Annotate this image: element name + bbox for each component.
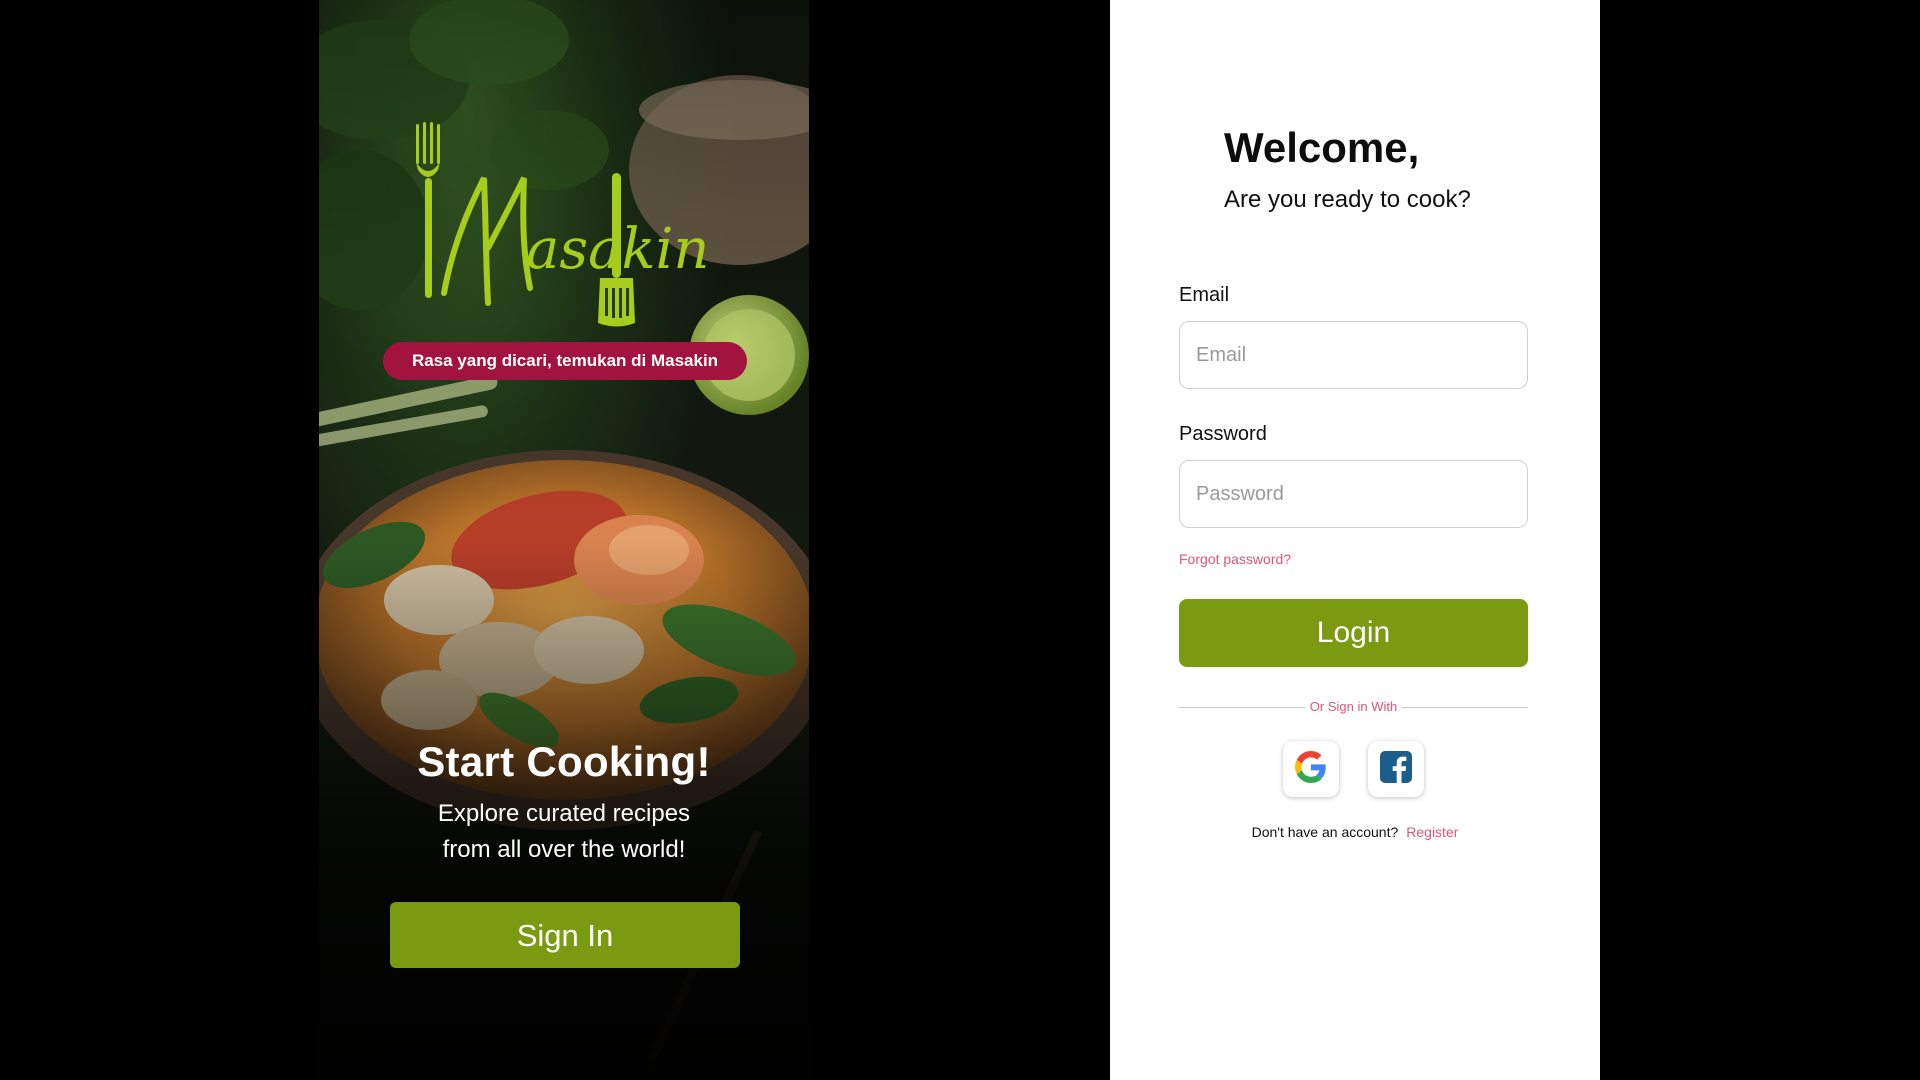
password-field[interactable] — [1179, 460, 1528, 528]
facebook-icon — [1380, 750, 1412, 788]
social-divider: Or Sign in With — [1179, 698, 1528, 716]
splash-subtitle: Explore curated recipes from all over th… — [319, 796, 809, 868]
divider-label: Or Sign in With — [1307, 699, 1400, 714]
email-field[interactable] — [1179, 321, 1528, 389]
app-stage: asakin Rasa yang dicari, temukan di Masa… — [0, 0, 1920, 1080]
splash-subtitle-line-2: from all over the world! — [442, 836, 686, 863]
splash-screen: asakin Rasa yang dicari, temukan di Masa… — [319, 0, 809, 1080]
login-button[interactable]: Login — [1179, 599, 1528, 667]
google-sign-in-button[interactable] — [1283, 741, 1339, 797]
masakin-logo: asakin — [414, 118, 714, 338]
divider-text: Or Sign in With — [1179, 698, 1528, 716]
welcome-title: Welcome, — [1224, 124, 1420, 171]
fork-icon — [416, 122, 440, 298]
login-screen: Welcome, Are you ready to cook? Email Pa… — [1110, 0, 1600, 1080]
register-link[interactable]: Register — [1406, 824, 1458, 840]
register-row: Don't have an account? Register — [1110, 824, 1600, 840]
welcome-subtitle: Are you ready to cook? — [1224, 186, 1471, 213]
email-label: Email — [1179, 284, 1230, 306]
google-icon — [1295, 750, 1327, 788]
splash-subtitle-line-1: Explore curated recipes — [437, 800, 691, 827]
sign-in-button[interactable]: Sign In — [390, 902, 740, 968]
splash-heading: Start Cooking! — [417, 738, 711, 785]
tagline-badge: Rasa yang dicari, temukan di Masakin — [383, 342, 747, 380]
forgot-password-link[interactable]: Forgot password? — [1179, 551, 1291, 567]
password-label: Password — [1179, 423, 1267, 445]
no-account-text: Don't have an account? — [1251, 824, 1399, 840]
facebook-sign-in-button[interactable] — [1368, 741, 1424, 797]
